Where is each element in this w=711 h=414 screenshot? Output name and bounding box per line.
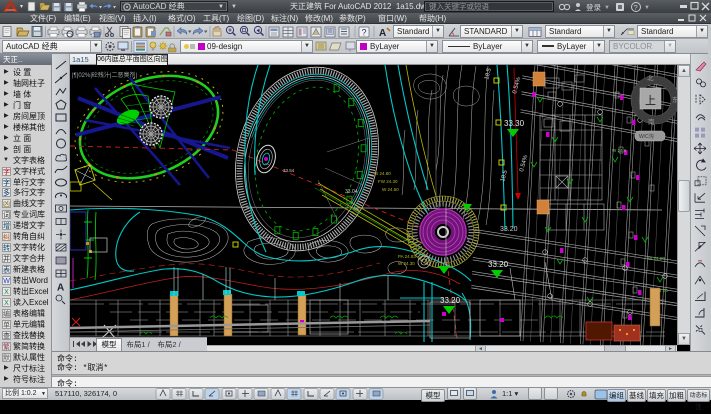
- svg-text:W 24.80: W 24.80: [374, 171, 391, 176]
- svg-text:登录: 登录: [586, 2, 601, 12]
- svg-text:18.5: 18.5: [484, 67, 493, 80]
- svg-text:PA 24.83: PA 24.83: [398, 254, 416, 259]
- svg-text:W 24.6: W 24.6: [612, 148, 627, 153]
- svg-text:W 24.00: W 24.00: [648, 256, 665, 261]
- svg-text:W 24.50: W 24.50: [382, 187, 399, 192]
- svg-text:18.5: 18.5: [500, 169, 509, 182]
- svg-text:33.20: 33.20: [488, 260, 509, 269]
- svg-text:FW 24.30: FW 24.30: [378, 179, 398, 184]
- svg-text:0.54%: 0.54%: [519, 154, 529, 173]
- svg-text:北: 北: [647, 74, 654, 82]
- svg-text:▼: ▼: [644, 5, 650, 11]
- svg-text:W 24.30: W 24.30: [398, 261, 415, 266]
- svg-text:33.20: 33.20: [440, 296, 461, 305]
- svg-text:33.20: 33.20: [500, 226, 518, 233]
- svg-text:?: ?: [634, 3, 638, 12]
- svg-text:上: 上: [645, 94, 656, 107]
- svg-text:南: 南: [648, 117, 655, 126]
- svg-text:33.54: 33.54: [283, 168, 295, 173]
- svg-text:▼: ▼: [604, 5, 610, 11]
- svg-text:33.30: 33.30: [504, 119, 525, 128]
- svg-text:W/C沟: W/C沟: [639, 133, 654, 140]
- svg-text:A: A: [57, 283, 64, 294]
- svg-text:33.04: 33.04: [345, 189, 358, 195]
- svg-text:0.54%: 0.54%: [512, 76, 522, 95]
- svg-text:|¶|02%|砼残汁|二恶臭剂|: |¶|02%|砼残汁|二恶臭剂|: [72, 71, 137, 79]
- svg-text:?: ?: [362, 28, 367, 38]
- svg-text:A: A: [379, 28, 386, 39]
